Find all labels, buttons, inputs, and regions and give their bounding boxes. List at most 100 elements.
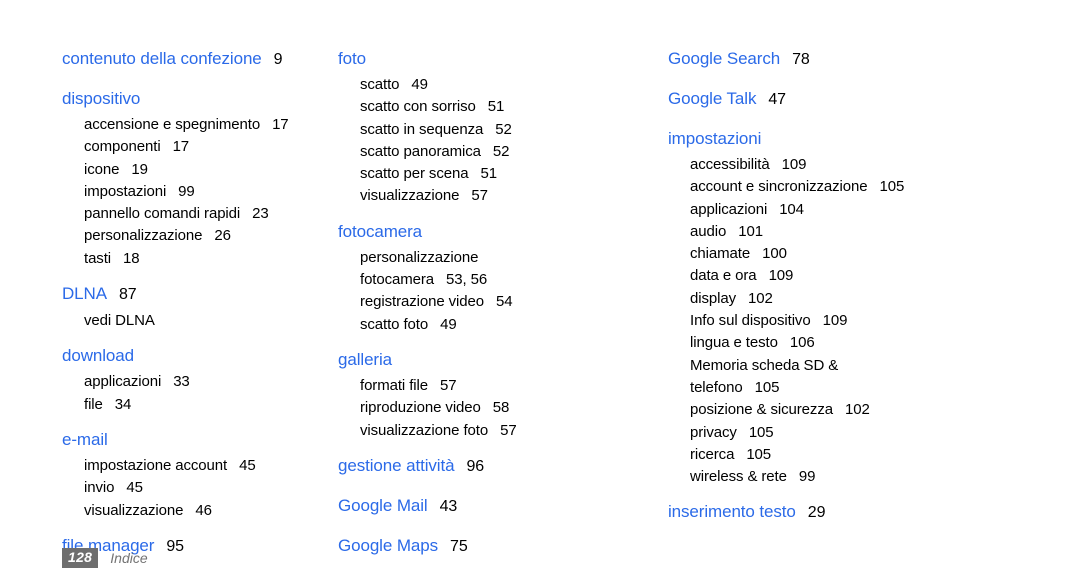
index-entry-list: formati file 57 riproduzione video 58 visual… [338, 375, 658, 442]
index-heading[interactable]: Google Talk 47 [668, 84, 1080, 115]
index-column-2: foto scatto 49 scatto con sorriso 51 scatto i… [328, 44, 658, 562]
index-entry[interactable]: applicazioni 104 [690, 199, 1080, 221]
index-entry[interactable]: file 34 [84, 394, 328, 416]
index-heading-page-number: 47 [768, 91, 786, 108]
index-heading-page-number: 9 [273, 51, 283, 68]
index-heading-page-number: 96 [466, 457, 485, 475]
index-entry-page-number: 52 [492, 142, 510, 160]
index-entry[interactable]: telefono 105 [690, 377, 1080, 399]
index-entry[interactable]: scatto panoramica 52 [360, 141, 658, 163]
index-entry[interactable]: registrazione video 54 [360, 291, 658, 313]
index-entry-page-number: 26 [214, 227, 231, 245]
index-entry[interactable]: accessibilità 109 [690, 154, 1080, 176]
index-heading-page-number: 78 [792, 51, 810, 68]
index-column-3: Google Search 78 Google Talk 47 impostazioni… [658, 44, 1080, 528]
index-entry-label: visualizzazione foto [360, 421, 489, 439]
index-entry-page-number: 105 [746, 445, 772, 463]
index-group: gestione attività 96 [338, 451, 658, 482]
index-entry[interactable]: Info sul dispositivo 109 [690, 310, 1080, 332]
index-entry-page-number: 57 [471, 187, 488, 205]
index-heading[interactable]: fotocamera [338, 217, 658, 247]
index-entry[interactable]: wireless & rete 99 [690, 466, 1080, 488]
index-entry[interactable]: chiamate 100 [690, 243, 1080, 265]
index-heading[interactable]: download [62, 341, 328, 371]
index-entry[interactable]: scatto per scena 51 [360, 163, 658, 185]
index-entry[interactable]: visualizzazione 46 [84, 500, 328, 522]
index-entry[interactable]: visualizzazione 57 [360, 185, 658, 207]
index-entry[interactable]: scatto foto 49 [360, 314, 658, 336]
index-entry-label: formati file [360, 376, 428, 394]
index-entry-page-number: 99 [798, 468, 816, 486]
index-entry-list: vedi DLNA [62, 310, 328, 332]
index-heading-label: dispositivo [62, 89, 141, 108]
index-entry[interactable]: icone 19 [84, 159, 328, 181]
index-heading[interactable]: dispositivo [62, 84, 328, 114]
index-entry[interactable]: impostazione account 45 [84, 455, 328, 477]
index-entry-label: Memoria scheda SD & [690, 356, 839, 374]
index-entry[interactable]: personalizzazione [360, 247, 658, 269]
index-entry-label: ricerca [690, 445, 735, 463]
index-entry[interactable]: scatto con sorriso 51 [360, 96, 658, 118]
index-entry[interactable]: tasti 18 [84, 248, 328, 270]
index-heading-label: e-mail [62, 429, 108, 449]
index-entry-label: accensione e spegnimento [84, 116, 261, 133]
index-entry[interactable]: posizione & sicurezza 102 [690, 399, 1080, 421]
index-entry[interactable]: visualizzazione foto 57 [360, 420, 658, 442]
index-page: contenuto della confezione 9 dispositivo ac… [0, 0, 1080, 586]
index-entry-label: icone [84, 160, 120, 178]
index-entry[interactable]: riproduzione video 58 [360, 397, 658, 419]
index-entry-list: impostazione account 45 invio 45 visualizzaz… [62, 455, 328, 522]
index-heading[interactable]: contenuto della confezione 9 [62, 44, 328, 75]
index-entry[interactable]: fotocamera 53, 56 [360, 269, 658, 291]
index-heading[interactable]: Google Search 78 [668, 44, 1080, 75]
index-entry[interactable]: scatto in sequenza 52 [360, 119, 658, 141]
index-heading[interactable]: gestione attività 96 [338, 451, 658, 482]
index-group: inserimento testo 29 [668, 497, 1080, 528]
index-entry[interactable]: pannello comandi rapidi 23 [84, 203, 328, 225]
footer-page-number: 128 [62, 548, 99, 568]
index-entry[interactable]: account e sincronizzazione 105 [690, 176, 1080, 198]
index-heading[interactable]: impostazioni [668, 124, 1080, 154]
index-heading-label: DLNA [62, 284, 107, 304]
index-entry[interactable]: accensione e spegnimento 17 [84, 114, 328, 136]
index-entry-page-number: 54 [496, 293, 513, 311]
index-entry-label: fotocamera [360, 271, 435, 289]
index-entry[interactable]: privacy 105 [690, 422, 1080, 444]
index-entry[interactable]: vedi DLNA [84, 310, 328, 332]
index-heading-label: foto [338, 49, 366, 68]
index-entry[interactable]: Memoria scheda SD & [690, 355, 1080, 377]
index-entry[interactable]: audio 101 [690, 221, 1080, 243]
index-entry[interactable]: ricerca 105 [690, 444, 1080, 466]
index-entry[interactable]: display 102 [690, 288, 1080, 310]
index-entry-page-number: 51 [487, 98, 505, 116]
index-entry[interactable]: componenti 17 [84, 136, 328, 158]
index-entry[interactable]: scatto 49 [360, 74, 658, 96]
index-heading[interactable]: e-mail [62, 425, 328, 455]
index-entry-page-number: 102 [748, 289, 773, 307]
index-heading[interactable]: Google Maps 75 [338, 531, 658, 562]
index-entry[interactable]: formati file 57 [360, 375, 658, 397]
index-entry[interactable]: applicazioni 33 [84, 371, 328, 393]
index-heading[interactable]: galleria [338, 345, 658, 375]
index-entry-page-number: 19 [131, 160, 148, 178]
index-entry[interactable]: invio 45 [84, 477, 328, 499]
index-entry[interactable]: personalizzazione 26 [84, 225, 328, 247]
index-heading-label: Google Maps [338, 535, 439, 555]
index-heading[interactable]: DLNA 87 [62, 279, 328, 310]
index-heading[interactable]: inserimento testo 29 [668, 497, 1080, 528]
index-entry[interactable]: impostazioni 99 [84, 181, 328, 203]
index-entry-label: applicazioni [84, 373, 162, 391]
index-entry-page-number: 106 [789, 334, 815, 352]
index-entry-page-number: 100 [762, 245, 787, 263]
index-entry-page-number: 17 [272, 116, 289, 133]
index-entry-page-number: 45 [126, 479, 143, 497]
index-heading[interactable]: foto [338, 44, 658, 74]
index-entry-label: audio [690, 222, 727, 240]
index-entry[interactable]: data e ora 109 [690, 265, 1080, 287]
index-entry-page-number: 46 [195, 501, 212, 519]
index-entry[interactable]: lingua e testo 106 [690, 332, 1080, 354]
index-entry-page-number: 51 [480, 165, 497, 183]
index-entry-page-number: 53, 56 [446, 271, 488, 289]
index-group: download applicazioni 33 file 34 [62, 341, 328, 416]
index-heading[interactable]: Google Mail 43 [338, 491, 658, 522]
